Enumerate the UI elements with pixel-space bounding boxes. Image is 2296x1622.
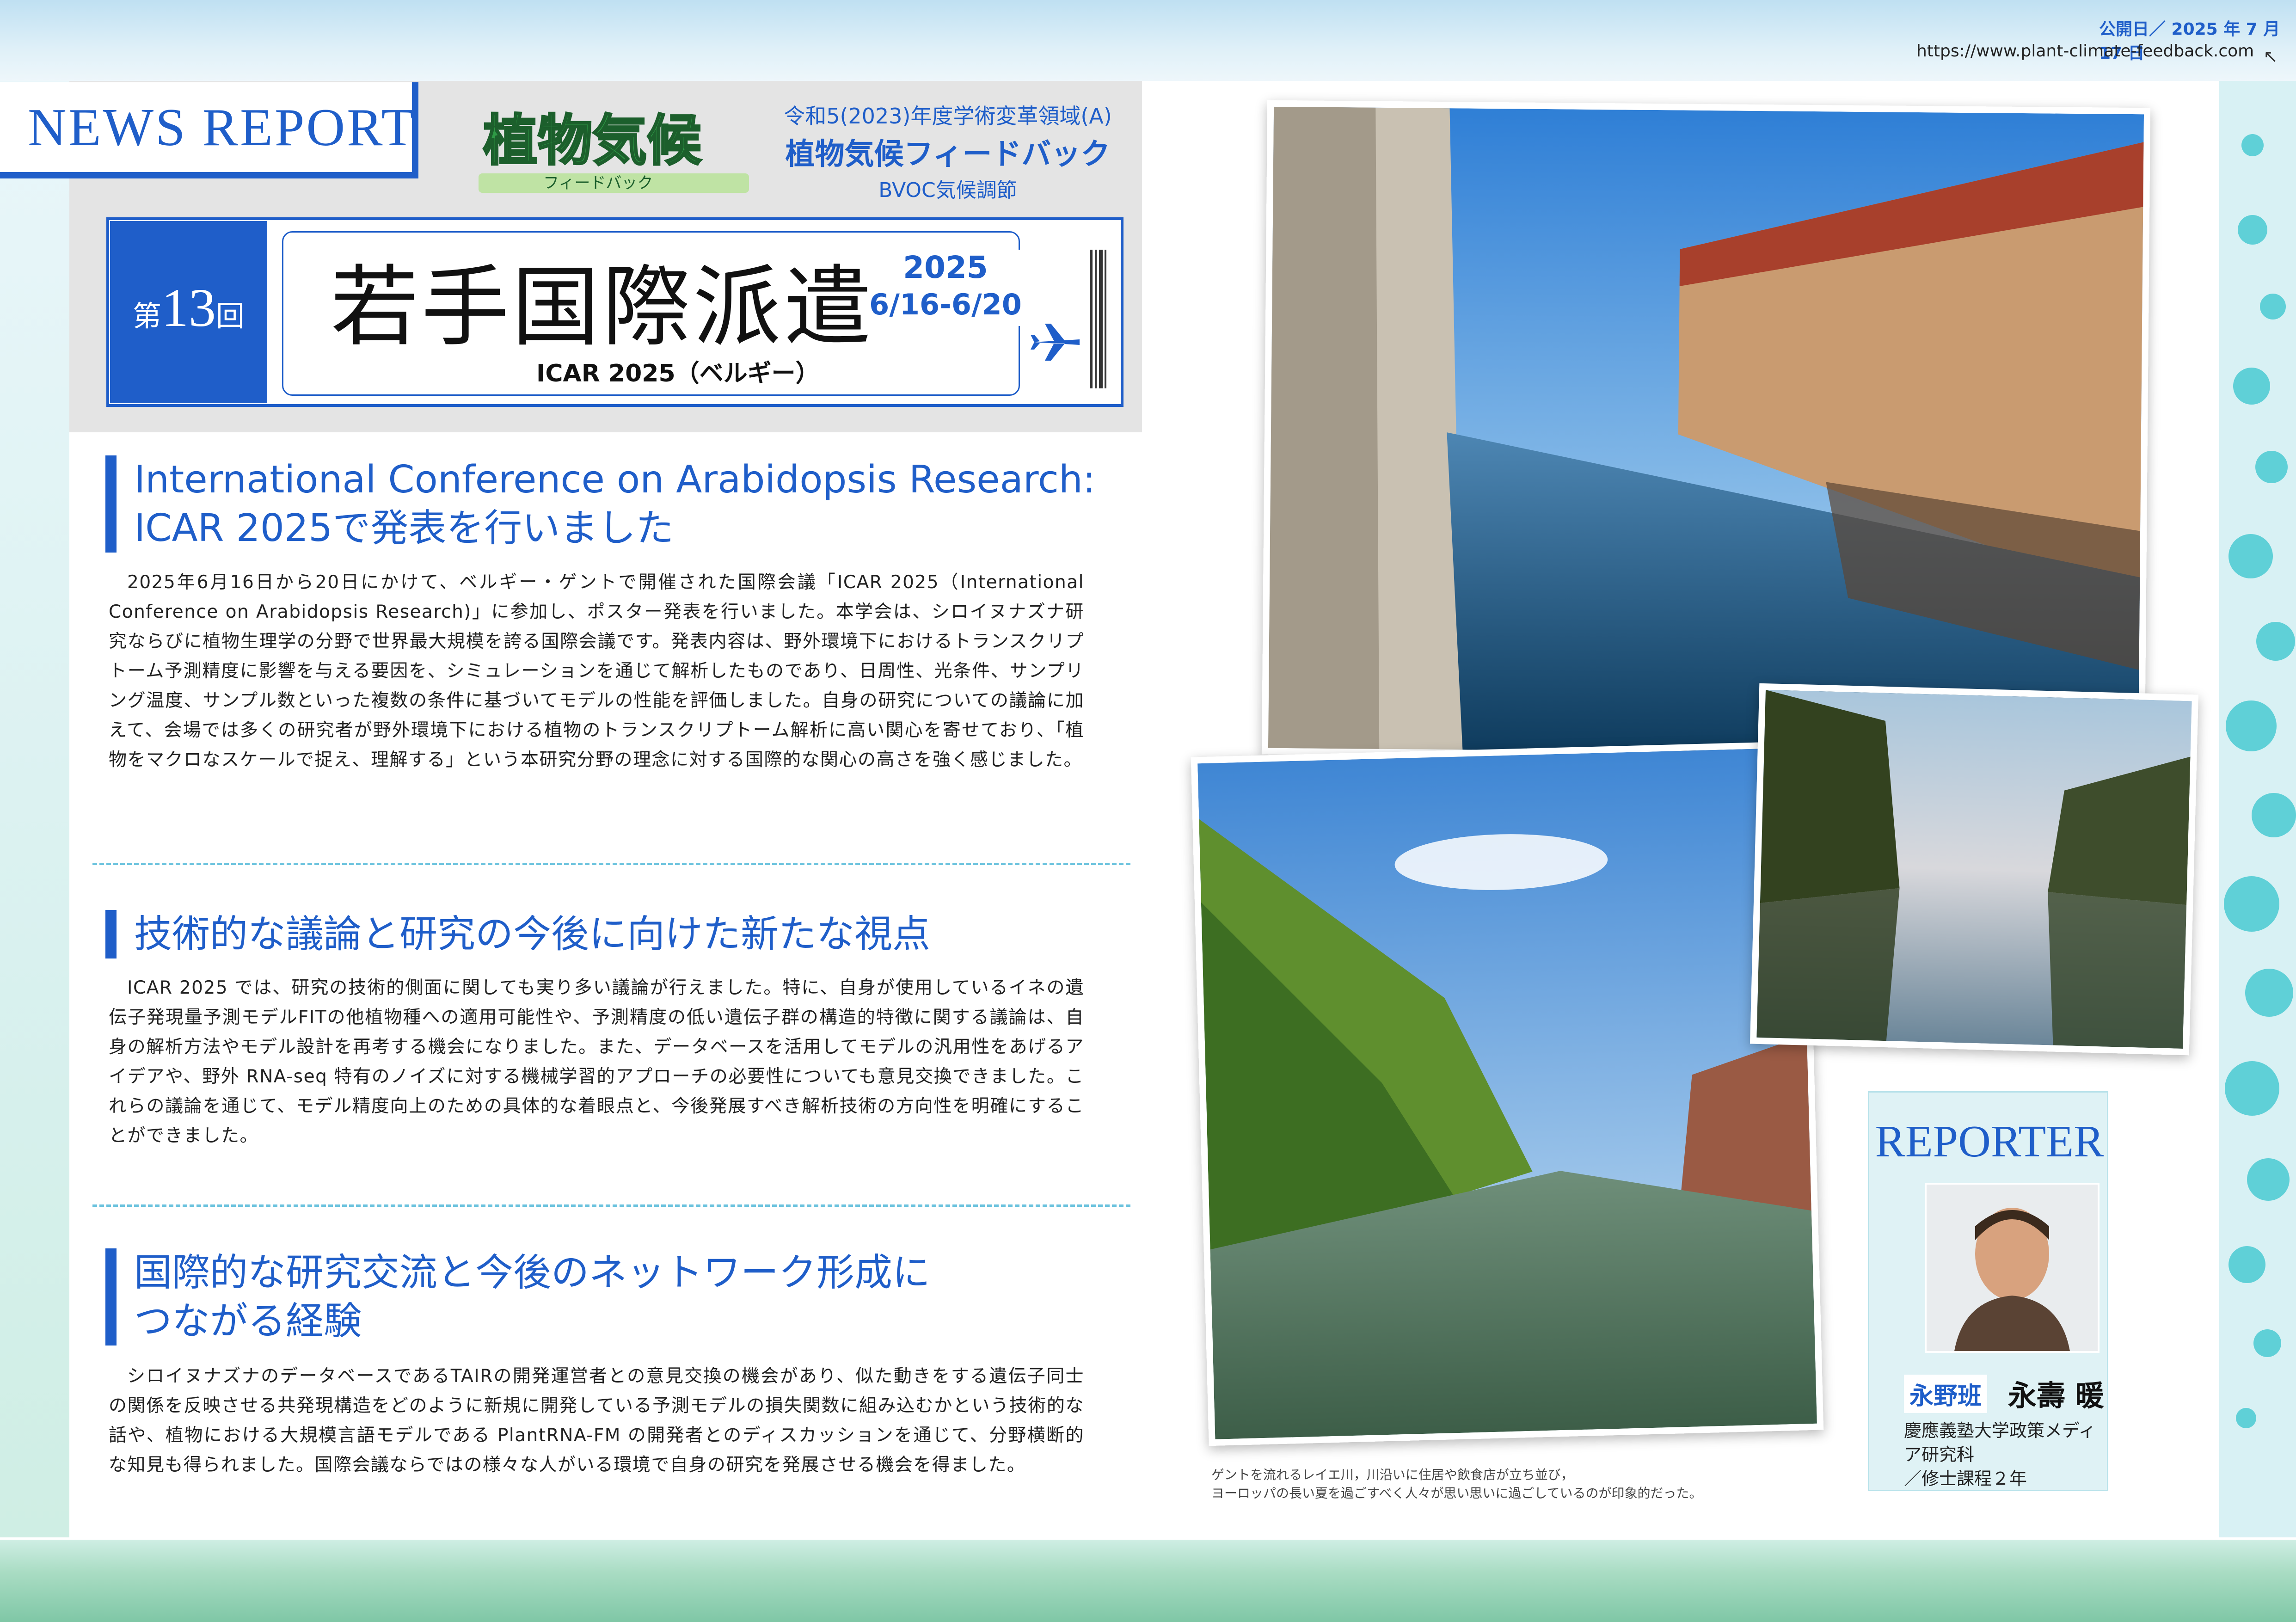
section2-body: ICAR 2025 では、研究の技術的側面に関しても実り多い議論が行えました。特… — [109, 977, 1084, 1146]
section2-heading: 技術的な議論と研究の今後に向けた新たな視点 — [134, 912, 931, 956]
event-dates: 6/16-6/20 — [869, 288, 1022, 321]
photo-river-willows — [1191, 741, 1824, 1446]
event-year: 2025 — [903, 250, 988, 285]
airplane-icon — [1029, 319, 1084, 367]
news-report-label: NEWS REPORT — [28, 98, 416, 157]
photo-canal-buildings — [1261, 100, 2151, 762]
sky-banner — [0, 0, 2296, 81]
section2-bar — [105, 910, 117, 958]
project-sub: BVOC気候調節 — [878, 178, 1017, 202]
right-dot-band — [2219, 81, 2296, 1537]
reporter-avatar — [1925, 1183, 2100, 1353]
project-name: 植物気候フィードバック — [785, 137, 1111, 172]
logo-subtext: フィードバック — [543, 174, 653, 192]
reporter-name: 永壽 暖 — [2008, 1379, 2104, 1413]
date-box: 2025 6/16-6/20 — [869, 250, 1022, 326]
separator-1 — [92, 863, 1130, 865]
page-title: 若手国際派遣 — [331, 256, 875, 358]
reporter-lab-tag: 永野班 — [1904, 1375, 1988, 1413]
project-logo: 植物気候 フィードバック — [479, 104, 749, 197]
footer-foliage — [0, 1540, 2296, 1622]
section3-body: シロイヌナズナのデータベースであるTAIRの開発運営者との意見交換の機会があり、… — [109, 1366, 1084, 1475]
event-subtitle: ICAR 2025（ベルギー） — [536, 360, 820, 387]
logo-lettering: 植物気候 — [483, 109, 702, 172]
issue-number-box: 第13回 — [110, 221, 267, 403]
reporter-card: REPORTER 永野班 永壽 暖 慶應義塾大学政策メディア研究科 ／修士課程２… — [1868, 1091, 2108, 1491]
reporter-affiliation: 慶應義塾大学政策メディア研究科 ／修士課程２年 — [1904, 1420, 2096, 1489]
section1-heading: International Conference on Arabidopsis … — [134, 458, 1096, 550]
reporter-label: REPORTER — [1875, 1117, 2104, 1167]
barcode-icon — [1089, 250, 1107, 390]
section3-bar — [105, 1248, 117, 1346]
left-decor-band — [0, 81, 69, 1537]
issue-number: 第13回 — [132, 277, 245, 338]
section3-heading: 国際的な研究交流と今後のネットワーク形成に つながる経験 — [134, 1251, 931, 1343]
site-url[interactable]: https://www.plant-climate-feedback.com — [1916, 42, 2254, 61]
separator-2 — [92, 1204, 1130, 1207]
section1-body: 2025年6月16日から20日にかけて、ベルギー・ゲントで開催された国際会議「I… — [109, 572, 1084, 770]
grant-line: 令和5(2023)年度学術変革領域(A) — [784, 104, 1112, 129]
photo-evening-reflection — [1750, 683, 2199, 1056]
section1-bar — [105, 455, 117, 553]
cursor-icon: ↖ — [2263, 46, 2278, 67]
photo-caption: ゲントを流れるレイエ川，川沿いに住居や飲食店が立ち並び， ヨーロッパの長い夏を過… — [1211, 1467, 1702, 1501]
